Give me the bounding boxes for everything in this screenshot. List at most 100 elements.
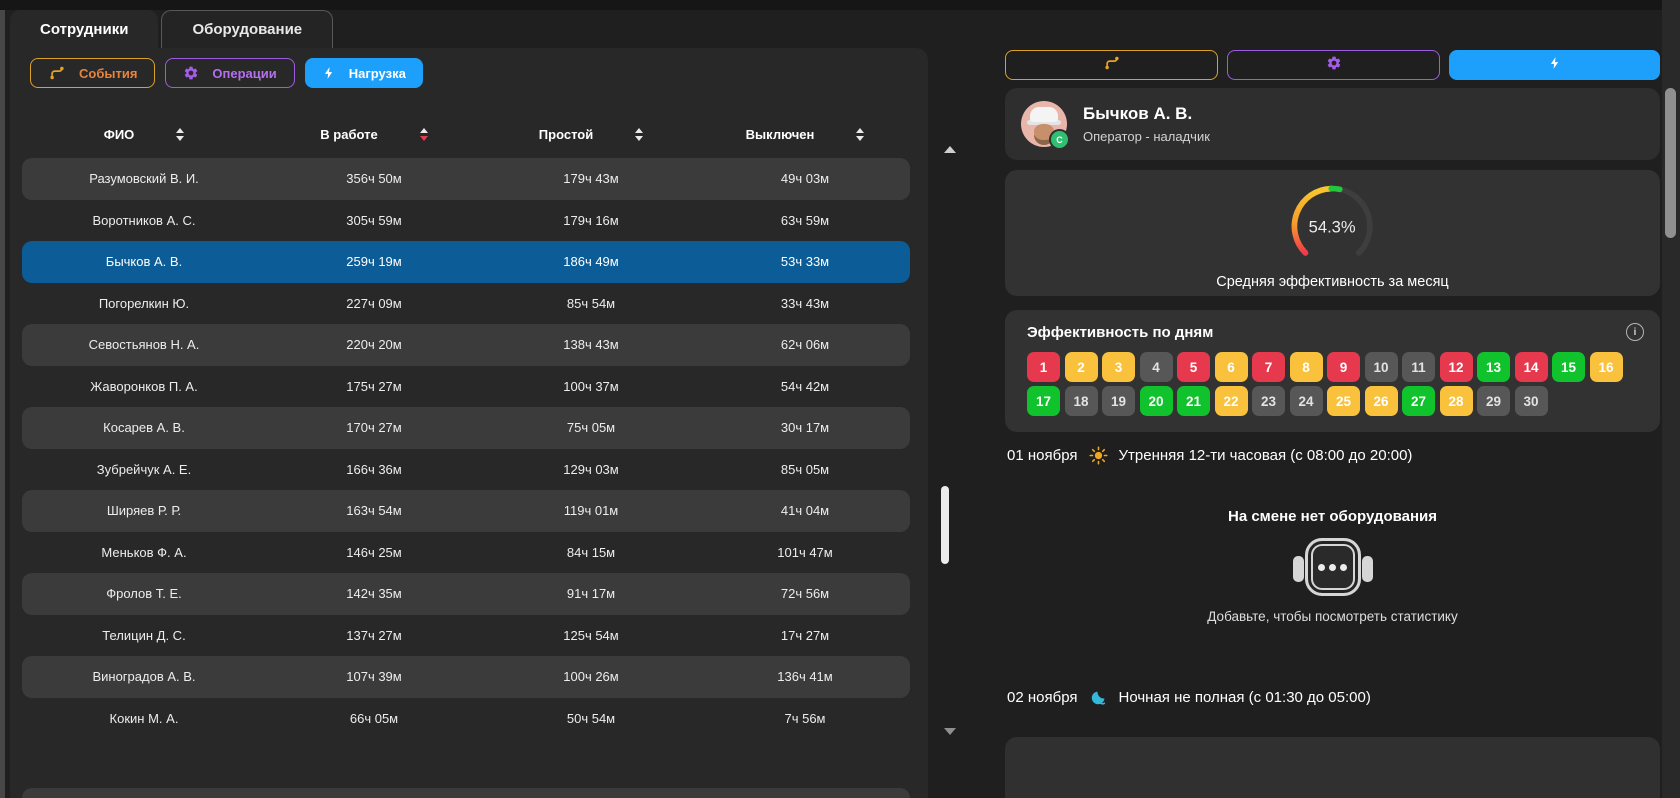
table-scroll-up-icon[interactable]	[944, 146, 956, 153]
left-edge-sliver	[0, 10, 5, 798]
employee-header-card: С Бычков А. В. Оператор - наладчик	[1005, 88, 1660, 160]
day-cell[interactable]: 4	[1140, 352, 1173, 382]
column-label: ФИО	[104, 127, 135, 142]
table-row[interactable]: Косарев А. В.170ч 27м75ч 05м30ч 17м	[22, 407, 910, 449]
table-cell: Кокин М. А.	[22, 711, 266, 726]
column-label: Простой	[539, 127, 593, 142]
tab-equipment[interactable]: Оборудование	[161, 10, 333, 48]
table-scroll-down-icon[interactable]	[944, 728, 956, 735]
day-cell[interactable]: 12	[1440, 352, 1473, 382]
table-header: ФИО В работе Простой Выключен	[22, 114, 910, 154]
day-cell[interactable]: 8	[1290, 352, 1323, 382]
info-icon[interactable]: i	[1626, 323, 1644, 341]
table-cell: 163ч 54м	[266, 503, 482, 518]
sort-icon[interactable]	[635, 128, 643, 141]
table-row[interactable]: Бычков А. В.259ч 19м186ч 49м53ч 33м	[22, 241, 910, 283]
day-cell[interactable]: 19	[1102, 386, 1135, 416]
day-cell[interactable]: 2	[1065, 352, 1098, 382]
table-cell: Воротников А. С.	[22, 213, 266, 228]
tab-employees[interactable]: Сотрудники	[10, 10, 158, 48]
avatar: С	[1021, 101, 1067, 147]
table-row[interactable]: Севостьянов Н. А.220ч 20м138ч 43м62ч 06м	[22, 324, 910, 366]
day-cell[interactable]: 15	[1552, 352, 1585, 382]
table-cell: Телицин Д. С.	[22, 628, 266, 643]
day-cell[interactable]: 30	[1515, 386, 1548, 416]
day-cell[interactable]: 21	[1177, 386, 1210, 416]
day-cell[interactable]: 23	[1252, 386, 1285, 416]
table-cell: 186ч 49м	[482, 254, 700, 269]
day-cell[interactable]: 17	[1027, 386, 1060, 416]
table-cell: 305ч 59м	[266, 213, 482, 228]
day-cell[interactable]: 5	[1177, 352, 1210, 382]
sort-icon[interactable]	[176, 128, 184, 141]
table-row[interactable]: Кокин М. А.66ч 05м50ч 54м7ч 56м	[22, 698, 910, 740]
column-header-3[interactable]: Простой	[482, 127, 700, 142]
sort-icon[interactable]	[856, 128, 864, 141]
column-label: Выключен	[746, 127, 815, 142]
table-cell: 66ч 05м	[266, 711, 482, 726]
day-cell[interactable]: 11	[1402, 352, 1435, 382]
day-cell[interactable]: 3	[1102, 352, 1135, 382]
table-scrollbar-thumb[interactable]	[941, 486, 949, 564]
table-row[interactable]: Жаворонков П. А.175ч 27м100ч 37м54ч 42м	[22, 366, 910, 408]
day-cell[interactable]: 7	[1252, 352, 1285, 382]
table-row[interactable]: Меньков Ф. А.146ч 25м84ч 15м101ч 47м	[22, 532, 910, 574]
table-row[interactable]: Зубрейчук А. Е.166ч 36м129ч 03м85ч 05м	[22, 449, 910, 491]
load-button[interactable]: Нагрузка	[305, 58, 423, 88]
table-cell: 100ч 26м	[482, 669, 700, 684]
table-row[interactable]: Фролов Т. Е.142ч 35м91ч 17м72ч 56м	[22, 573, 910, 615]
detail-operations-button[interactable]	[1227, 50, 1440, 80]
day-cell[interactable]: 24	[1290, 386, 1323, 416]
detail-load-button[interactable]	[1449, 50, 1660, 80]
table-row[interactable]: Погорелкин Ю.227ч 09м85ч 54м33ч 43м	[22, 283, 910, 325]
column-header-4[interactable]: Выключен	[700, 127, 910, 142]
column-header-2[interactable]: В работе	[266, 127, 482, 142]
day-cell[interactable]: 29	[1477, 386, 1510, 416]
day-cell[interactable]: 6	[1215, 352, 1248, 382]
column-header-1[interactable]: ФИО	[22, 127, 266, 142]
table-row[interactable]: Воротников А. С.305ч 59м179ч 16м63ч 59м	[22, 200, 910, 242]
table-cell: Погорелкин Ю.	[22, 296, 266, 311]
day-cell[interactable]: 1	[1027, 352, 1060, 382]
day-cell[interactable]: 28	[1440, 386, 1473, 416]
table-row[interactable]: Виноградов А. В.107ч 39м100ч 26м136ч 41м	[22, 656, 910, 698]
day-cell[interactable]: 26	[1365, 386, 1398, 416]
table-row[interactable]: Ширяев Р. Р.163ч 54м119ч 01м41ч 04м	[22, 490, 910, 532]
lightning-icon	[322, 65, 336, 81]
page-scrollbar-thumb[interactable]	[1665, 88, 1676, 238]
table-cell: 85ч 54м	[482, 296, 700, 311]
table-row[interactable]: Разумовский В. И.356ч 50м179ч 43м49ч 03м	[22, 158, 910, 200]
table-cell: 101ч 47м	[700, 545, 910, 560]
day-cell[interactable]: 9	[1327, 352, 1360, 382]
shift-row-2: 02 ноября Ночная не полная (с 01:30 до 0…	[1007, 688, 1371, 707]
table-cell: 41ч 04м	[700, 503, 910, 518]
day-cell[interactable]: 16	[1590, 352, 1623, 382]
day-cell[interactable]: 20	[1140, 386, 1173, 416]
detail-events-button[interactable]	[1005, 50, 1218, 80]
table-cell: 100ч 37м	[482, 379, 700, 394]
gauge-value: 54.3%	[1309, 218, 1356, 237]
sort-icon[interactable]	[420, 128, 428, 141]
events-button[interactable]: События	[30, 58, 155, 88]
day-cell[interactable]: 13	[1477, 352, 1510, 382]
shift-row-1: 01 ноября Утренняя 12-ти часовая (с 08:0…	[1007, 446, 1412, 465]
table-cell: 356ч 50м	[266, 171, 482, 186]
operations-button[interactable]: Операции	[165, 58, 294, 88]
table-cell: Бычков А. В.	[22, 254, 266, 269]
table-cell: 179ч 43м	[482, 171, 700, 186]
day-cell[interactable]: 18	[1065, 386, 1098, 416]
day-cell[interactable]: 10	[1365, 352, 1398, 382]
app-background: Сотрудники Оборудование События Операции	[0, 0, 1680, 798]
filter-toolbar: События Операции Нагрузка	[30, 58, 423, 88]
table-cell: 146ч 25м	[266, 545, 482, 560]
table-cell: Зубрейчук А. Е.	[22, 462, 266, 477]
day-cell[interactable]: 27	[1402, 386, 1435, 416]
day-cell[interactable]: 22	[1215, 386, 1248, 416]
day-cell[interactable]: 25	[1327, 386, 1360, 416]
load-button-label: Нагрузка	[349, 66, 406, 81]
table-row[interactable]: Телицин Д. С.137ч 27м125ч 54м17ч 27м	[22, 615, 910, 657]
days-card-title: Эффективность по дням	[1027, 324, 1638, 341]
day-cell[interactable]: 14	[1515, 352, 1548, 382]
table-cell: Фролов Т. Е.	[22, 586, 266, 601]
table-cell: 7ч 56м	[700, 711, 910, 726]
